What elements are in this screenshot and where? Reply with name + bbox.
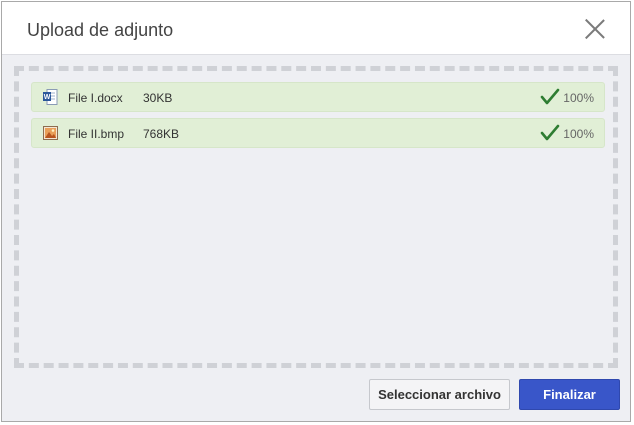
file-row: W File I.docx 30KB 100% <box>31 82 605 112</box>
svg-text:W: W <box>44 94 51 101</box>
close-icon[interactable] <box>584 18 606 40</box>
image-file-icon <box>43 126 58 140</box>
select-file-button[interactable]: Seleccionar archivo <box>369 379 510 410</box>
file-size: 30KB <box>143 91 173 105</box>
file-name: File II.bmp <box>68 127 125 141</box>
check-icon <box>540 124 560 141</box>
word-file-icon: W <box>43 89 58 105</box>
dialog-title: Upload de adjunto <box>27 20 174 40</box>
file-row: File II.bmp 768KB 100% <box>31 118 605 148</box>
drop-zone[interactable]: W File I.docx 30KB 100% File II.bmp 768K… <box>14 66 618 368</box>
dialog-header: Upload de adjunto <box>2 2 630 55</box>
upload-progress: 100% <box>563 91 594 105</box>
file-size: 768KB <box>143 127 180 141</box>
finish-button[interactable]: Finalizar <box>519 379 620 410</box>
file-name: File I.docx <box>68 91 123 105</box>
check-icon <box>540 88 560 105</box>
upload-dialog: Upload de adjunto W File I.docx 30KB 100… <box>1 1 631 422</box>
upload-progress: 100% <box>563 127 594 141</box>
